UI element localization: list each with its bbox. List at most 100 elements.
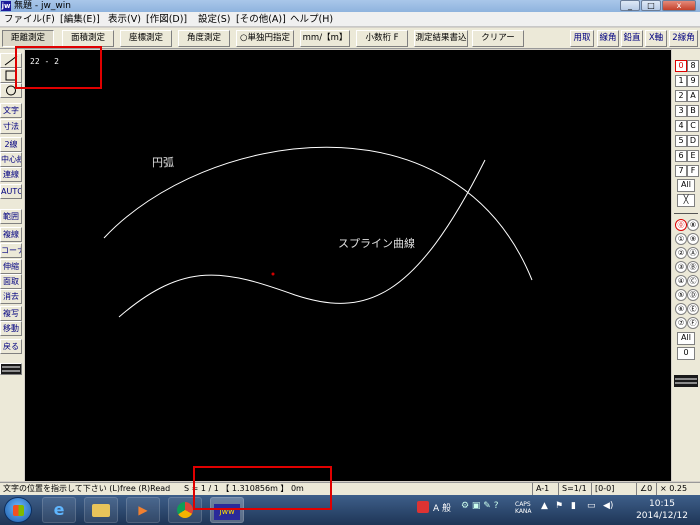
distance-measure-button[interactable]: 距離測定 — [2, 30, 54, 47]
undo-tool[interactable]: 戻る — [0, 339, 22, 354]
vertical-button[interactable]: 鉛直 — [621, 30, 643, 47]
move-tool[interactable]: 移動 — [0, 321, 22, 336]
layer-group-2[interactable]: 2 — [675, 90, 687, 102]
show-hidden-icons[interactable]: ▲ — [541, 501, 548, 511]
offset-tool[interactable]: 複線 — [0, 227, 22, 242]
line-color-swatch[interactable] — [674, 375, 698, 387]
layer-group-9[interactable]: 9 — [687, 75, 699, 87]
menu-help[interactable]: ヘルプ(H) — [290, 13, 333, 26]
copy-tool[interactable]: 複写 — [0, 306, 22, 321]
layer-group-1[interactable]: 1 — [675, 75, 687, 87]
start-button[interactable] — [4, 497, 32, 523]
layer-group-4[interactable]: 4 — [675, 120, 687, 132]
layer-8[interactable]: ⑧ — [687, 219, 699, 231]
layer-6[interactable]: ⑥ — [675, 303, 687, 315]
zoom-display[interactable]: × 0.25 — [656, 483, 687, 495]
write-result-button[interactable]: 測定結果書込 — [414, 30, 468, 47]
menu-draw[interactable]: [作図(D)] — [146, 13, 187, 26]
action-center-icon[interactable]: ⚑ — [555, 501, 563, 511]
corner-tool[interactable]: コーナー — [0, 243, 22, 258]
layer-5[interactable]: ⑤ — [675, 289, 687, 301]
layer-group-F[interactable]: F — [687, 165, 699, 177]
angle-display[interactable]: ∠0 — [636, 483, 652, 495]
power-icon[interactable]: ▮ — [571, 501, 576, 511]
line-color-icon — [675, 378, 697, 384]
close-button[interactable]: x — [662, 0, 696, 11]
layer-1[interactable]: ① — [675, 233, 687, 245]
layer-C[interactable]: Ⓒ — [687, 275, 699, 287]
area-measure-button[interactable]: 面積測定 — [62, 30, 114, 47]
network-icon[interactable]: ▭ — [587, 501, 596, 511]
layer-group-A[interactable]: A — [687, 90, 699, 102]
dimension-tool[interactable]: 寸法 — [0, 119, 22, 134]
erase-tool[interactable]: 消去 — [0, 289, 22, 304]
layer-F[interactable]: Ⓕ — [687, 317, 699, 329]
center-line-tool[interactable]: 中心線 — [0, 152, 22, 167]
chamfer-tool[interactable]: 面取 — [0, 274, 22, 289]
layer-0[interactable]: ⓪ — [675, 219, 687, 231]
menu-view[interactable]: 表示(V) — [108, 13, 141, 26]
layer-zero-button[interactable]: 0 — [677, 347, 695, 360]
minimize-button[interactable]: _ — [620, 0, 640, 11]
double-line-tool[interactable]: 2線 — [0, 137, 22, 152]
layer-group-D[interactable]: D — [687, 135, 699, 147]
tray-icons[interactable]: ⚙ ▣ ✎ ? — [461, 501, 498, 511]
layer-group-B[interactable]: B — [687, 105, 699, 117]
layer-group-C[interactable]: C — [687, 120, 699, 132]
layer-A[interactable]: Ⓐ — [687, 247, 699, 259]
menu-file[interactable]: ファイル(F) — [4, 13, 55, 26]
layer-group-6[interactable]: 6 — [675, 150, 687, 162]
layer-group-E[interactable]: E — [687, 150, 699, 162]
layer-group-5[interactable]: 5 — [675, 135, 687, 147]
layer-all-button[interactable]: All — [677, 332, 695, 345]
media-player-taskbar-button[interactable]: ▶ — [126, 497, 160, 523]
volume-icon[interactable]: ◀) — [603, 501, 613, 511]
layer-group-0[interactable]: 0 — [675, 60, 687, 72]
layer-D[interactable]: Ⓓ — [687, 289, 699, 301]
two-line-angle-button[interactable]: 2線角 — [669, 30, 698, 47]
maximize-button[interactable]: □ — [641, 0, 661, 11]
line-style-icon — [2, 366, 20, 372]
ime-mode[interactable]: A 般 — [433, 501, 451, 514]
layer-display[interactable]: [0-0] — [591, 483, 614, 495]
layer-group-8[interactable]: 8 — [687, 60, 699, 72]
line-style-swatch[interactable] — [0, 363, 22, 375]
menu-settings[interactable]: 設定(S) — [198, 13, 230, 26]
clock[interactable]: 10:15 2014/12/12 — [632, 498, 692, 522]
stretch-tool[interactable]: 伸縮 — [0, 259, 22, 274]
layer-E[interactable]: Ⓔ — [687, 303, 699, 315]
layer-9[interactable]: ⑨ — [687, 233, 699, 245]
layer-group-all-button[interactable]: All — [677, 179, 695, 192]
layer-group-3[interactable]: 3 — [675, 105, 687, 117]
take-button[interactable]: 用取 — [570, 30, 594, 47]
layer-group-7[interactable]: 7 — [675, 165, 687, 177]
layer-group-toggle-button[interactable]: ╳ — [677, 194, 695, 207]
scale-display[interactable]: S=1/1 — [558, 483, 587, 495]
caps-kana-indicator: CAPS KANA — [515, 501, 532, 515]
explorer-taskbar-button[interactable] — [84, 497, 118, 523]
layer-3[interactable]: ③ — [675, 261, 687, 273]
clear-button[interactable]: クリアー — [472, 30, 524, 47]
highlight-box-coordinate — [15, 46, 102, 89]
coordinate-measure-button[interactable]: 座標測定 — [120, 30, 172, 47]
text-tool[interactable]: 文字 — [0, 103, 22, 118]
unit-toggle-button[interactable]: mm/【m】 — [300, 30, 350, 47]
range-tool[interactable]: 範囲 — [0, 209, 22, 224]
decimal-digits-button[interactable]: 小数桁 F — [356, 30, 408, 47]
single-circle-button[interactable]: ○単独円指定 — [236, 30, 294, 47]
layer-4[interactable]: ④ — [675, 275, 687, 287]
continuous-line-tool[interactable]: 連線 — [0, 167, 22, 182]
ie-taskbar-button[interactable]: e — [42, 497, 76, 523]
ime-icon[interactable] — [417, 501, 429, 513]
auto-tool[interactable]: AUTO — [0, 184, 22, 199]
line-angle-button[interactable]: 線角 — [597, 30, 619, 47]
layer-B[interactable]: Ⓑ — [687, 261, 699, 273]
paper-size[interactable]: A-1 — [532, 483, 549, 495]
layer-2[interactable]: ② — [675, 247, 687, 259]
layer-7[interactable]: ⑦ — [675, 317, 687, 329]
drawing-canvas[interactable]: 22 - 2 円弧 スプライン曲線 — [25, 50, 671, 481]
angle-measure-button[interactable]: 角度測定 — [178, 30, 230, 47]
x-axis-button[interactable]: X軸 — [645, 30, 667, 47]
menu-edit[interactable]: [編集(E)] — [60, 13, 100, 26]
menu-other[interactable]: [その他(A)] — [236, 13, 286, 26]
